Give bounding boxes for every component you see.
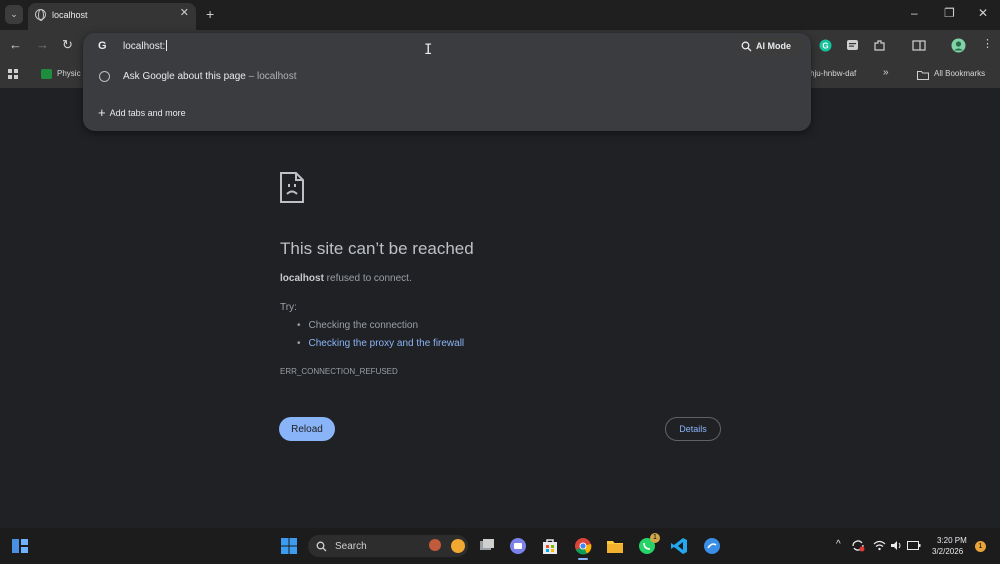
error-description-rest: refused to connect. — [323, 273, 412, 284]
plus-icon: + — [98, 105, 106, 120]
back-button[interactable]: ← — [9, 38, 22, 52]
grammarly-extension-icon[interactable]: G — [819, 39, 832, 52]
more-menu-icon[interactable]: ⋮ — [982, 38, 993, 50]
battery-icon[interactable] — [907, 541, 921, 550]
ai-search-icon — [741, 41, 752, 51]
search-label: Search — [335, 540, 367, 552]
details-button[interactable]: Details — [665, 417, 721, 441]
address-bar-input[interactable]: localhost: — [123, 40, 167, 52]
error-host: localhost — [280, 273, 324, 284]
omnibox-dropdown — [83, 33, 811, 131]
add-tabs-and-more[interactable]: + Add tabs and more — [98, 105, 186, 120]
search-highlight-icon-2 — [451, 539, 465, 553]
vscode-icon[interactable] — [670, 537, 688, 555]
app-icon[interactable] — [703, 537, 721, 555]
suggestions-list: Checking the connection Checking the pro… — [297, 320, 465, 356]
forward-button[interactable]: → — [36, 38, 49, 52]
store-icon[interactable] — [541, 537, 559, 555]
tray-date[interactable]: 3/2/2026 — [932, 547, 963, 556]
error-code: ERR_CONNECTION_REFUSED — [280, 367, 398, 376]
chrome-icon[interactable] — [574, 537, 592, 555]
windows-start-icon[interactable] — [280, 537, 298, 555]
sync-icon[interactable] — [851, 539, 865, 552]
search-highlight-icon — [429, 539, 441, 551]
file-explorer-icon[interactable] — [606, 537, 624, 555]
reload-button[interactable]: Reload — [279, 417, 335, 441]
ai-mode-label: AI Mode — [756, 41, 791, 51]
close-window-button[interactable]: ✕ — [978, 6, 988, 20]
sad-document-icon — [280, 172, 304, 203]
tab-localhost[interactable]: localhost ✕ — [28, 3, 196, 30]
reload-icon-button[interactable]: ↻ — [62, 38, 73, 52]
chat-extension-icon[interactable] — [846, 39, 859, 52]
suggestion-ask-sub: localhost — [257, 71, 297, 82]
svg-text:G: G — [822, 42, 828, 51]
error-title: This site can’t be reached — [280, 239, 474, 258]
bookmark-favicon — [41, 69, 52, 79]
try-label: Try: — [280, 302, 297, 313]
google-icon: G — [98, 40, 107, 52]
search-icon — [316, 541, 327, 551]
minimize-button[interactable]: – — [911, 6, 918, 20]
add-tabs-label: Add tabs and more — [109, 108, 186, 118]
tray-chevron-icon[interactable]: ^ — [836, 539, 841, 550]
suggestion-proxy-firewall-link[interactable]: Checking the proxy and the firewall — [297, 338, 465, 356]
notification-badge[interactable]: 1 — [975, 541, 986, 552]
bookmarks-overflow-button[interactable]: » — [883, 67, 889, 78]
text-cursor-icon: I — [424, 42, 433, 58]
task-view-icon[interactable] — [478, 537, 496, 555]
ai-mode-button[interactable]: AI Mode — [737, 37, 803, 55]
tab-strip: ⌄ localhost ✕ + – ❐ ✕ — [0, 0, 1000, 30]
widgets-icon[interactable] — [11, 537, 29, 555]
active-app-indicator — [578, 558, 588, 560]
volume-icon[interactable] — [890, 540, 902, 551]
new-tab-button[interactable]: + — [206, 6, 214, 22]
globe-icon — [35, 9, 46, 21]
teams-icon[interactable] — [509, 537, 527, 555]
suggestion-ask-label: Ask Google about this page — [123, 71, 246, 82]
profile-avatar[interactable] — [951, 38, 966, 53]
extensions-puzzle-icon[interactable] — [873, 39, 886, 52]
lens-icon — [99, 71, 110, 82]
whatsapp-badge: 1 — [650, 533, 660, 543]
side-panel-icon[interactable] — [912, 39, 926, 52]
all-bookmarks[interactable]: All Bookmarks — [934, 69, 985, 78]
taskbar-search[interactable]: Search — [308, 535, 468, 557]
folder-icon — [917, 71, 929, 80]
bookmark-hju[interactable]: hju-hnbw-daf — [810, 69, 856, 78]
wifi-icon[interactable] — [873, 540, 886, 551]
apps-grid-icon[interactable] — [8, 69, 19, 80]
suggestion-connection: Checking the connection — [297, 320, 464, 338]
error-description: localhost refused to connect. — [280, 273, 412, 284]
tray-time[interactable]: 3:20 PM — [937, 536, 967, 545]
taskbar — [0, 528, 1000, 564]
close-tab-icon[interactable]: ✕ — [180, 7, 189, 19]
bookmark-physic[interactable]: Physic — [57, 69, 81, 78]
restore-button[interactable]: ❐ — [944, 6, 955, 20]
tab-title: localhost — [52, 10, 88, 20]
tab-search-button[interactable]: ⌄ — [5, 5, 23, 24]
